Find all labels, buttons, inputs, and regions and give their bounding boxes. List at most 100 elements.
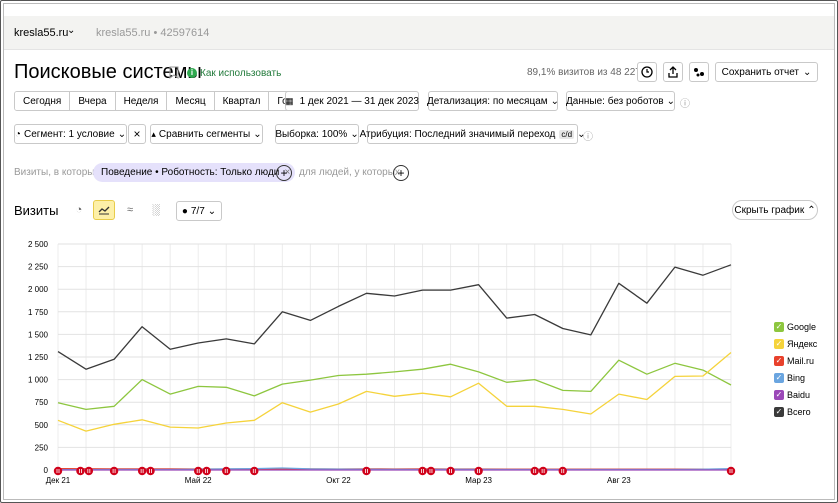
sample-info: 89,1% визитов из 48 227 [527, 67, 641, 78]
legend-label: Baidu [787, 389, 811, 400]
chevron-down-icon: ⌄ [207, 205, 217, 217]
clock-icon[interactable] [637, 62, 657, 82]
conditions-label: Визиты, в которых [14, 167, 100, 178]
annotation-marker [146, 466, 155, 476]
checkbox-icon[interactable]: ✓ [774, 338, 784, 349]
bar-chart-type-icon[interactable]: ░ [145, 200, 167, 220]
checkbox-icon[interactable]: ✓ [774, 321, 784, 332]
y-tick-label: 1 000 [28, 376, 49, 385]
pie-chart-type-icon[interactable]: ◔ [68, 200, 90, 220]
add-visit-condition-button[interactable]: + [276, 165, 292, 181]
segment-label: Сегмент: 1 условие [23, 128, 115, 140]
line-chart-type-icon[interactable] [93, 200, 115, 220]
compare-icon: ▴ [151, 128, 156, 139]
condition-chip-label: Поведение • Роботность: Только люди [101, 167, 280, 178]
annotation-marker [474, 466, 483, 476]
legend-google[interactable]: ✓ Google [774, 318, 817, 335]
chevron-down-icon: ⌄ [253, 128, 262, 140]
info-icon: i [187, 68, 197, 78]
y-tick-label: 0 [44, 466, 49, 475]
checkbox-icon[interactable]: ✓ [774, 355, 784, 366]
x-tick-label: Май 22 [185, 476, 212, 485]
detail-label: Детализация: по месяцам [426, 95, 548, 107]
legend-bing[interactable]: ✓ Bing [774, 369, 817, 386]
series-selector-button[interactable]: ● 7/7 ⌄ [176, 201, 222, 221]
checkbox-icon[interactable]: ✓ [774, 406, 784, 417]
x-tick-label: Авг 23 [607, 476, 631, 485]
annotation-marker [194, 466, 203, 476]
checkbox-icon[interactable]: ✓ [774, 372, 784, 383]
attribution-label: Атрибуция: Последний значимый переход [359, 128, 556, 140]
area-chart-type-icon[interactable]: ≈ [119, 200, 141, 220]
legend-mailru[interactable]: ✓ Mail.ru [774, 352, 817, 369]
share-icon[interactable] [689, 62, 709, 82]
hide-chart-label: Скрыть график [734, 204, 805, 216]
y-tick-label: 500 [35, 421, 49, 430]
people-conditions-label: для людей, у которых [299, 167, 400, 178]
period-week[interactable]: Неделя [115, 92, 168, 110]
pie-icon: ◔ [14, 128, 21, 140]
annotation-marker [418, 466, 427, 476]
compare-segments-button[interactable]: ▴ Сравнить сегменты ⌄ [150, 124, 263, 144]
y-tick-label: 2 500 [28, 240, 49, 249]
annotation-marker [222, 466, 231, 476]
legend-yandex[interactable]: ✓ Яндекс [774, 335, 817, 352]
legend-label: Всего [787, 406, 811, 417]
checkbox-icon[interactable]: ✓ [774, 389, 784, 400]
x-tick-label: Дек 21 [46, 476, 71, 485]
attribution-badge: c/d [559, 129, 575, 139]
counter-selector[interactable]: kresla55.ru [14, 27, 68, 39]
date-range-label: 1 дек 2021 — 31 дек 2023 [299, 95, 419, 107]
sampling-select[interactable]: Выборка: 100% ⌄ [275, 124, 359, 144]
y-tick-label: 2 000 [28, 285, 49, 294]
annotation-marker [250, 466, 259, 476]
chevron-down-icon: ⌄ [666, 95, 675, 107]
segment-button[interactable]: ◔ Сегмент: 1 условие ⌄ [14, 124, 127, 144]
export-icon[interactable] [663, 62, 683, 82]
legend-total[interactable]: ✓ Всего [774, 403, 817, 420]
annotation-marker [446, 466, 455, 476]
annotation-marker [558, 466, 567, 476]
annotation-marker [84, 466, 94, 476]
calendar-icon: ▦ [285, 95, 294, 106]
annotation-marker [362, 466, 371, 476]
y-tick-label: 1 750 [28, 308, 49, 317]
annotation-marker [109, 466, 119, 476]
compare-label: Сравнить сегменты [158, 128, 251, 140]
annotation-marker [76, 466, 85, 476]
y-tick-label: 1 500 [28, 330, 49, 339]
legend-baidu[interactable]: ✓ Baidu [774, 386, 817, 403]
help-icon[interactable]: ⓘ [583, 128, 593, 143]
chevron-down-icon: ⌄ [117, 128, 127, 140]
clear-segment-button[interactable]: × [128, 124, 146, 144]
visits-line-chart: 0 250 500 750 1 000 1 250 1 500 1 750 2 000 2 250… [28, 240, 736, 485]
legend-label: Яндекс [787, 338, 818, 349]
save-report-label: Сохранить отчет [721, 66, 800, 78]
annotation-marker [426, 466, 436, 476]
attribution-select[interactable]: Атрибуция: Последний значимый переход c/… [360, 124, 585, 144]
annotation-marker [53, 466, 63, 476]
help-icon[interactable]: ⓘ [680, 95, 690, 110]
add-people-condition-button[interactable]: + [393, 165, 409, 181]
howto-link[interactable]: Как использовать [200, 68, 281, 79]
period-yesterday[interactable]: Вчера [70, 92, 116, 110]
annotation-marker [137, 466, 147, 476]
data-filter-select[interactable]: Данные: без роботов ⌄ [566, 91, 675, 111]
series-count: 7/7 [190, 205, 205, 217]
condition-chip[interactable]: Поведение • Роботность: Только люди × [93, 163, 296, 182]
chevron-up-icon: ⌃ [807, 204, 816, 216]
annotation-marker [538, 466, 548, 476]
detail-select[interactable]: Детализация: по месяцам ⌄ [426, 91, 560, 111]
chevron-down-icon: ⌄ [550, 95, 560, 107]
hide-chart-button[interactable]: Скрыть график ⌃ [732, 200, 818, 220]
period-today[interactable]: Сегодня [15, 92, 71, 110]
save-report-button[interactable]: Сохранить отчет ⌄ [715, 62, 818, 82]
bookmark-icon[interactable] [169, 66, 179, 79]
period-month[interactable]: Месяц [167, 92, 215, 110]
chevron-down-icon[interactable]: ⌄ [67, 25, 75, 36]
period-quarter[interactable]: Квартал [214, 92, 270, 110]
annotation-marker [726, 466, 736, 476]
date-range-button[interactable]: ▦ 1 дек 2021 — 31 дек 2023 [285, 91, 419, 111]
close-icon: × [133, 127, 141, 141]
x-tick-label: Окт 22 [326, 476, 351, 485]
